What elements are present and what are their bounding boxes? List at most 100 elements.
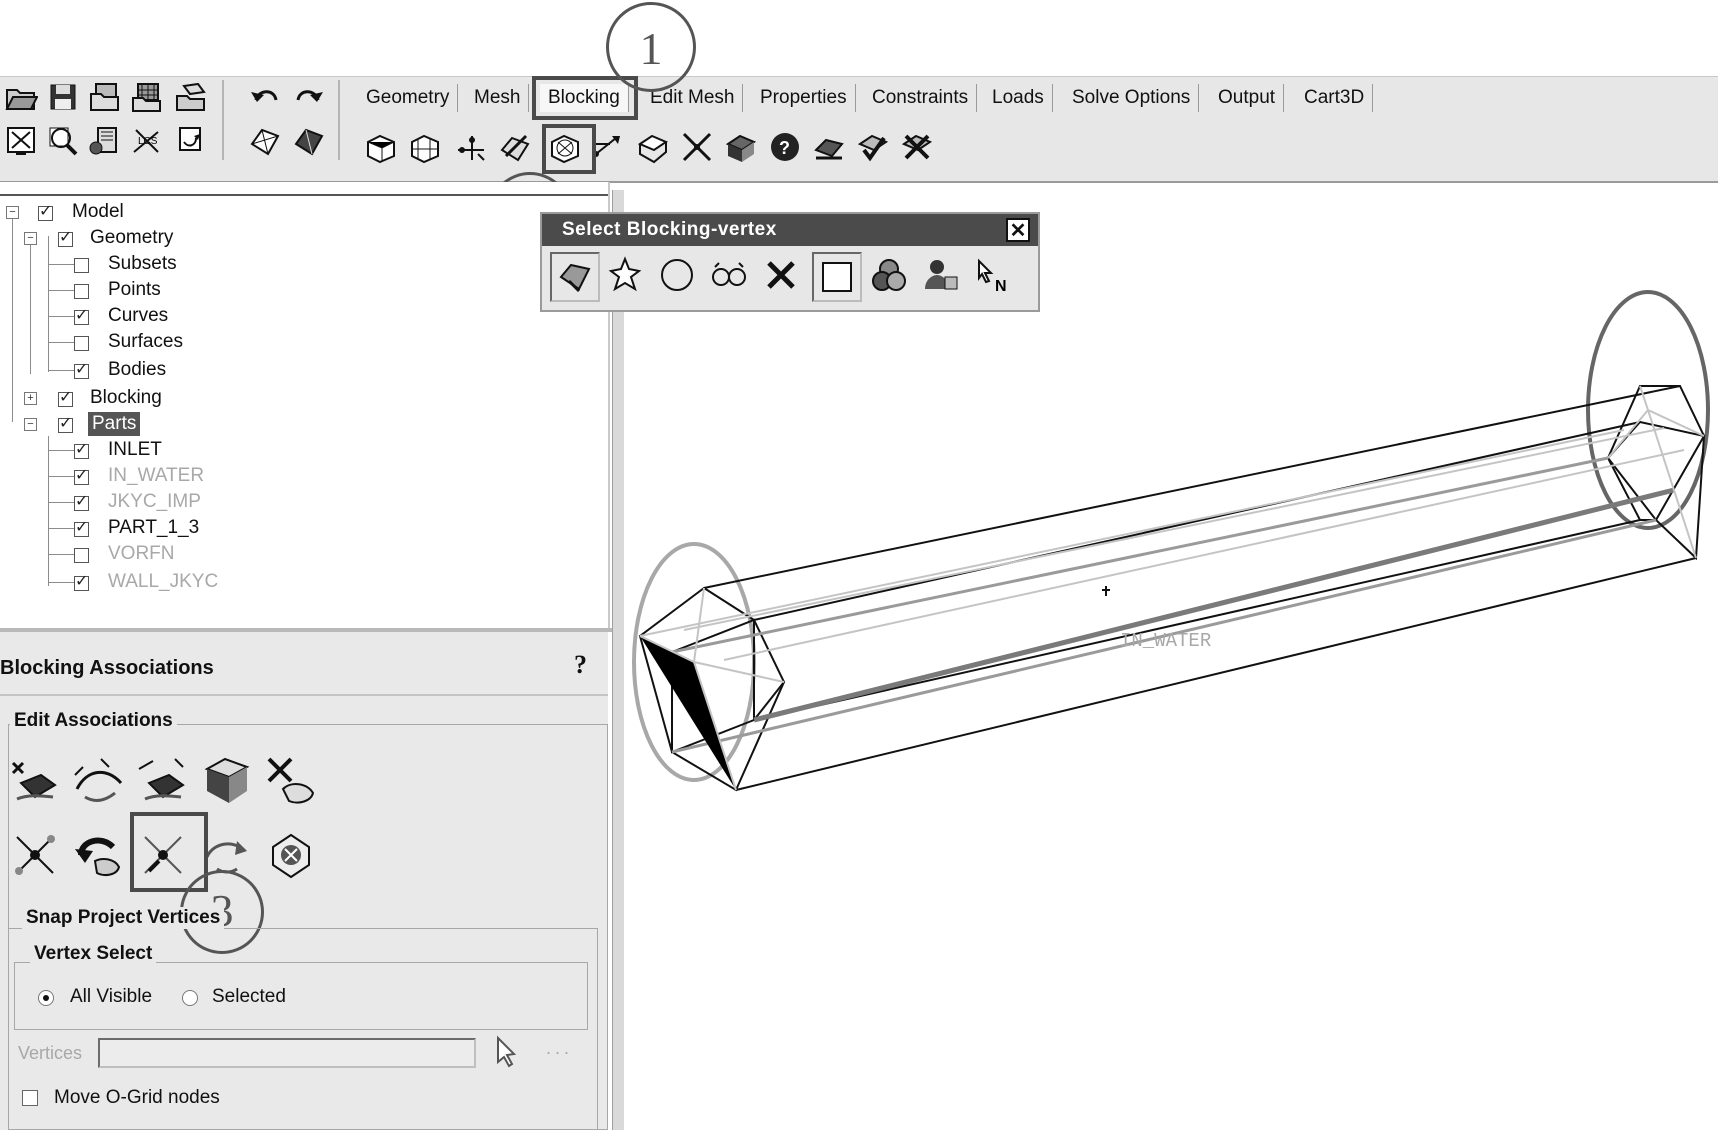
tree-item-part[interactable]: WALL_JKYC xyxy=(108,570,218,594)
selected-radio[interactable] xyxy=(182,990,198,1006)
refresh-icon[interactable] xyxy=(172,122,210,160)
open-icon[interactable] xyxy=(2,78,40,116)
blocking-checkmark-icon[interactable] xyxy=(854,128,892,166)
tab-loads[interactable]: Loads xyxy=(984,84,1053,112)
box-select-icon[interactable] xyxy=(812,252,862,302)
tab-solve-options[interactable]: Solve Options xyxy=(1064,84,1200,112)
all-visible-radio[interactable] xyxy=(38,990,54,1006)
close-button[interactable]: ✕ xyxy=(1006,218,1030,242)
geometry-checkbox[interactable] xyxy=(58,227,73,247)
subsets-checkbox[interactable] xyxy=(74,258,89,273)
reset-association-icon[interactable] xyxy=(70,826,128,884)
fit-window-icon[interactable] xyxy=(2,122,40,160)
tree-item-part[interactable]: IN_WATER xyxy=(108,464,204,488)
part-checkbox[interactable] xyxy=(74,439,89,459)
open-mesh-icon[interactable] xyxy=(128,78,166,116)
move-ogrid-checkbox[interactable] xyxy=(22,1090,38,1106)
snap-vertex-icon[interactable] xyxy=(6,826,64,884)
edge-params-icon[interactable] xyxy=(678,128,716,166)
tab-output[interactable]: Output xyxy=(1210,84,1285,112)
tree-expander[interactable]: − xyxy=(24,418,37,431)
tree-item-bodies[interactable]: Bodies xyxy=(108,358,166,382)
blocking-checkbox[interactable] xyxy=(58,387,73,407)
svg-text:LCS: LCS xyxy=(138,136,158,147)
tree-item-points[interactable]: Points xyxy=(108,278,161,302)
solid-shading-icon[interactable] xyxy=(290,122,328,160)
wireframe-icon[interactable] xyxy=(246,122,284,160)
graphics-viewport[interactable] xyxy=(624,190,1718,1130)
delete-block-icon[interactable] xyxy=(810,128,848,166)
part-checkbox[interactable] xyxy=(74,491,89,511)
merge-vertices-icon[interactable] xyxy=(452,128,490,166)
tree-line xyxy=(48,342,76,343)
undo-icon[interactable] xyxy=(246,78,284,116)
tree-item-model[interactable]: Model xyxy=(72,200,124,224)
associate-vertex-icon[interactable] xyxy=(6,752,64,810)
zoom-icon[interactable] xyxy=(44,122,82,160)
measure-icon[interactable]: LCS xyxy=(128,122,166,160)
open-geometry-icon[interactable] xyxy=(86,78,124,116)
edit-block-icon[interactable] xyxy=(496,128,534,166)
more-options-button[interactable]: ... xyxy=(546,1038,573,1059)
disassociate-icon[interactable] xyxy=(262,752,320,810)
part-label-in-water: IN_WATER xyxy=(1120,630,1212,652)
create-block-icon[interactable] xyxy=(362,128,400,166)
tree-expander[interactable]: + xyxy=(24,392,37,405)
tab-cart3d[interactable]: Cart3D xyxy=(1296,84,1374,112)
circle-select-icon[interactable] xyxy=(654,252,700,298)
bodies-checkbox[interactable] xyxy=(74,359,89,379)
associate-edge-curve-icon[interactable] xyxy=(70,752,128,810)
pre-mesh-icon[interactable] xyxy=(722,128,760,166)
tree-line xyxy=(48,436,49,586)
tab-geometry[interactable]: Geometry xyxy=(358,84,459,112)
tab-mesh[interactable]: Mesh xyxy=(466,84,530,112)
tree-item-part[interactable]: VORFN xyxy=(108,542,175,566)
select-by-parts-icon[interactable] xyxy=(866,252,912,298)
select-by-user-icon[interactable] xyxy=(918,252,964,298)
part-checkbox[interactable] xyxy=(74,548,89,563)
part-checkbox[interactable] xyxy=(74,571,89,591)
tree-item-blocking[interactable]: Blocking xyxy=(90,386,162,410)
tab-properties[interactable]: Properties xyxy=(752,84,856,112)
tree-item-part[interactable]: INLET xyxy=(108,438,162,462)
tree-expander[interactable]: − xyxy=(6,206,19,219)
cancel-selection-icon[interactable] xyxy=(758,252,804,298)
tree-item-curves[interactable]: Curves xyxy=(108,304,168,328)
redo-icon[interactable] xyxy=(290,78,328,116)
cylinder-block-model xyxy=(632,290,1710,792)
surfaces-checkbox[interactable] xyxy=(74,336,89,351)
group-curves-icon[interactable] xyxy=(262,826,320,884)
vertices-field[interactable] xyxy=(98,1038,476,1068)
select-point-icon[interactable] xyxy=(602,252,648,298)
check-blocks-icon[interactable]: ? xyxy=(766,128,804,166)
transform-blocks-icon[interactable] xyxy=(634,128,672,166)
tree-item-surfaces[interactable]: Surfaces xyxy=(108,330,183,354)
parts-checkbox[interactable] xyxy=(58,413,73,433)
select-node-icon[interactable]: N xyxy=(970,252,1016,298)
curves-checkbox[interactable] xyxy=(74,305,89,325)
tree-item-part[interactable]: JKYC_IMP xyxy=(108,490,201,514)
toggle-visible-icon[interactable] xyxy=(706,252,752,298)
help-icon[interactable]: ? xyxy=(574,650,600,680)
points-checkbox[interactable] xyxy=(74,284,89,299)
select-items-icon[interactable] xyxy=(550,252,600,302)
save-icon[interactable] xyxy=(44,78,82,116)
part-checkbox[interactable] xyxy=(74,465,89,485)
tree-item-parts[interactable]: Parts xyxy=(88,412,141,436)
tree-item-geometry[interactable]: Geometry xyxy=(90,226,173,250)
tree-item-subsets[interactable]: Subsets xyxy=(108,252,177,276)
tab-constraints[interactable]: Constraints xyxy=(864,84,978,112)
delete-icon[interactable] xyxy=(898,128,936,166)
select-parts-icon[interactable] xyxy=(86,122,124,160)
tree-expander[interactable]: − xyxy=(24,232,37,245)
tree-line xyxy=(48,582,76,583)
part-checkbox[interactable] xyxy=(74,517,89,537)
associate-edge-surface-icon[interactable] xyxy=(134,752,192,810)
tree-item-part[interactable]: PART_1_3 xyxy=(108,516,199,540)
model-checkbox[interactable] xyxy=(38,201,53,221)
open-blocking-icon[interactable] xyxy=(172,78,210,116)
split-block-icon[interactable] xyxy=(406,128,444,166)
select-cursor-icon[interactable] xyxy=(492,1034,526,1068)
tree-line xyxy=(48,528,76,529)
associate-face-icon[interactable] xyxy=(198,752,256,810)
